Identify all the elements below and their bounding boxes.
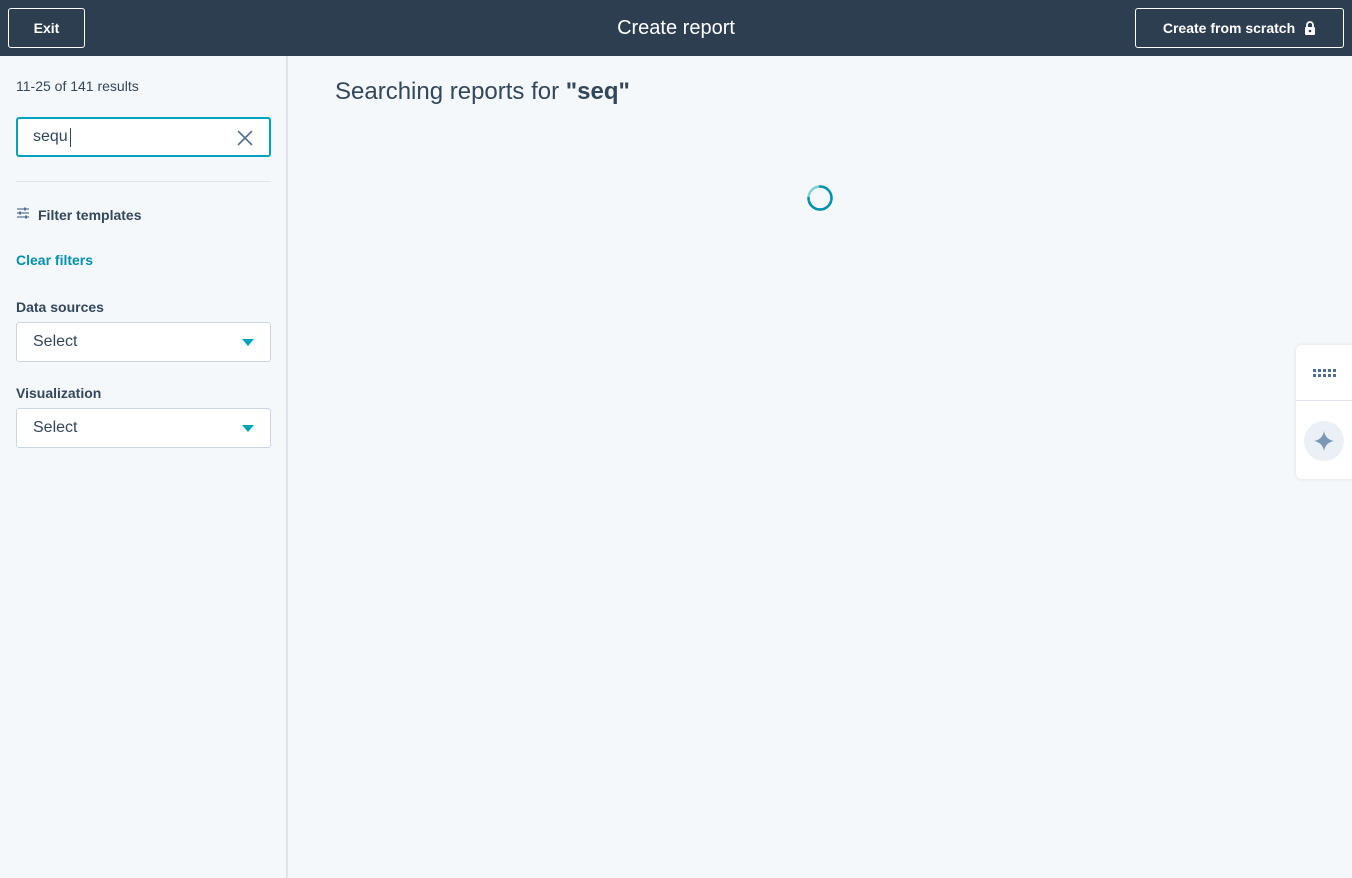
- visualization-label: Visualization: [16, 385, 102, 401]
- create-from-scratch-label: Create from scratch: [1162, 20, 1296, 36]
- exit-button[interactable]: Exit: [8, 8, 85, 48]
- data-sources-value: Select: [33, 333, 78, 350]
- lock-icon: [1305, 21, 1316, 35]
- search-results-heading: Searching reports for "seq": [335, 78, 630, 106]
- search-input[interactable]: [33, 119, 223, 155]
- data-sources-label: Data sources: [16, 299, 104, 315]
- filter-sidebar: [0, 56, 286, 878]
- top-bar: Exit Create report Create from scratch: [0, 0, 1352, 56]
- sparkle-icon: [1314, 431, 1334, 451]
- heading-prefix: Searching reports for: [335, 78, 566, 105]
- assistant-button[interactable]: [1304, 421, 1344, 461]
- chevron-down-icon: [242, 425, 254, 432]
- sidebar-divider: [286, 56, 288, 878]
- visualization-value: Select: [33, 419, 78, 436]
- results-count: 11-25 of 141 results: [16, 78, 139, 94]
- chevron-down-icon: [242, 339, 254, 346]
- search-box[interactable]: [16, 117, 271, 157]
- close-icon[interactable]: [237, 130, 253, 146]
- visualization-select[interactable]: Select: [16, 408, 271, 448]
- create-from-scratch-button[interactable]: Create from scratch: [1135, 8, 1344, 48]
- text-cursor: [70, 128, 71, 147]
- sliders-icon: [17, 207, 29, 219]
- data-sources-select[interactable]: Select: [16, 322, 271, 362]
- sidebar-separator: [16, 181, 271, 182]
- grid-dots-icon[interactable]: [1312, 367, 1336, 379]
- loading-spinner-icon: [807, 185, 833, 211]
- widget-separator: [1296, 400, 1352, 401]
- clear-filters-link[interactable]: Clear filters: [16, 252, 93, 268]
- heading-search-term: "seq": [565, 78, 630, 105]
- side-tools-panel: [1296, 345, 1352, 479]
- filter-templates-title: Filter templates: [38, 207, 142, 223]
